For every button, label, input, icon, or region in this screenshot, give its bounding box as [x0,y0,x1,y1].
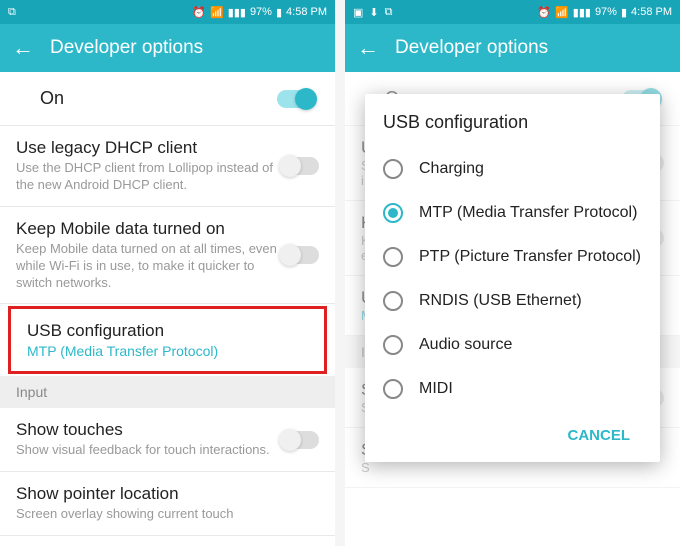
alarm-icon: ⏰ [537,6,551,19]
page-title: Developer options [395,37,548,59]
battery-text: 97% [250,6,272,18]
radio-icon[interactable] [383,335,403,355]
setting-desc: Screen overlay showing current touch [16,506,319,523]
master-toggle[interactable] [277,90,315,108]
status-bar: ⧉ ⏰ 📶 ▮▮▮ 97% ▮ 4:58 PM [0,0,335,24]
setting-pointer-location[interactable]: Show pointer location Screen overlay sho… [0,472,335,536]
setting-desc: Use the DHCP client from Lollipop instea… [16,160,281,194]
option-label: Audio source [419,335,512,354]
time-text: 4:58 PM [631,6,672,18]
cancel-button[interactable]: CANCEL [556,419,643,452]
time-text: 4:58 PM [286,6,327,18]
dropbox-icon: ⧉ [385,6,393,19]
battery-text: 97% [595,6,617,18]
wifi-icon: 📶 [210,6,224,19]
signal-icon: ▮▮▮ [228,6,246,19]
phone-right: ▣ ⬇ ⧉ ⏰ 📶 ▮▮▮ 97% ▮ 4:58 PM ← Developer … [345,0,680,546]
download-icon: ⬇ [369,6,378,19]
on-label: On [40,88,64,109]
option-midi[interactable]: MIDI [383,367,642,411]
setting-title: Keep Mobile data turned on [16,219,281,239]
radio-icon[interactable] [383,379,403,399]
setting-show-touches[interactable]: Show touches Show visual feedback for to… [0,408,335,472]
setting-title: Show touches [16,420,281,440]
option-label: RNDIS (USB Ethernet) [419,291,582,310]
radio-icon[interactable] [383,159,403,179]
phone-left: ⧉ ⏰ 📶 ▮▮▮ 97% ▮ 4:58 PM ← Developer opti… [0,0,335,546]
radio-icon[interactable] [383,203,403,223]
option-label: MIDI [419,379,453,398]
usb-config-dialog: USB configuration Charging MTP (Media Tr… [365,94,660,462]
app-header: ← Developer options [345,24,680,72]
section-input: Input [0,376,335,408]
option-audio[interactable]: Audio source [383,323,642,367]
battery-icon: ▮ [621,6,627,19]
toggle-show-touches[interactable] [281,431,319,449]
option-ptp[interactable]: PTP (Picture Transfer Protocol) [383,235,642,279]
option-label: PTP (Picture Transfer Protocol) [419,247,641,266]
back-icon[interactable]: ← [357,35,379,61]
setting-usb-configuration[interactable]: USB configuration MTP (Media Transfer Pr… [8,306,327,374]
setting-desc: Keep Mobile data turned on at all times,… [16,241,281,292]
page-title: Developer options [50,37,203,59]
option-mtp[interactable]: MTP (Media Transfer Protocol) [383,191,642,235]
radio-icon[interactable] [383,247,403,267]
signal-icon: ▮▮▮ [573,6,591,19]
setting-title: Show pointer location [16,484,319,504]
back-icon[interactable]: ← [12,35,34,61]
option-label: MTP (Media Transfer Protocol) [419,203,637,222]
setting-title: Use legacy DHCP client [16,138,281,158]
app-header: ← Developer options [0,24,335,72]
setting-value: MTP (Media Transfer Protocol) [27,343,308,359]
toggle-dhcp[interactable] [281,157,319,175]
dialog-title: USB configuration [383,112,642,133]
radio-icon[interactable] [383,291,403,311]
alarm-icon: ⏰ [192,6,206,19]
option-rndis[interactable]: RNDIS (USB Ethernet) [383,279,642,323]
option-charging[interactable]: Charging [383,147,642,191]
dropbox-icon: ⧉ [8,6,16,19]
master-toggle-row[interactable]: On [0,72,335,126]
setting-desc: Show visual feedback for touch interacti… [16,442,281,459]
toggle-mobile-data[interactable] [281,246,319,264]
wifi-icon: 📶 [555,6,569,19]
option-label: Charging [419,159,484,178]
setting-mobile-data[interactable]: Keep Mobile data turned on Keep Mobile d… [0,207,335,305]
battery-icon: ▮ [276,6,282,19]
image-icon: ▣ [353,6,363,19]
setting-dhcp[interactable]: Use legacy DHCP client Use the DHCP clie… [0,126,335,207]
setting-title: USB configuration [27,321,308,341]
status-bar: ▣ ⬇ ⧉ ⏰ 📶 ▮▮▮ 97% ▮ 4:58 PM [345,0,680,24]
